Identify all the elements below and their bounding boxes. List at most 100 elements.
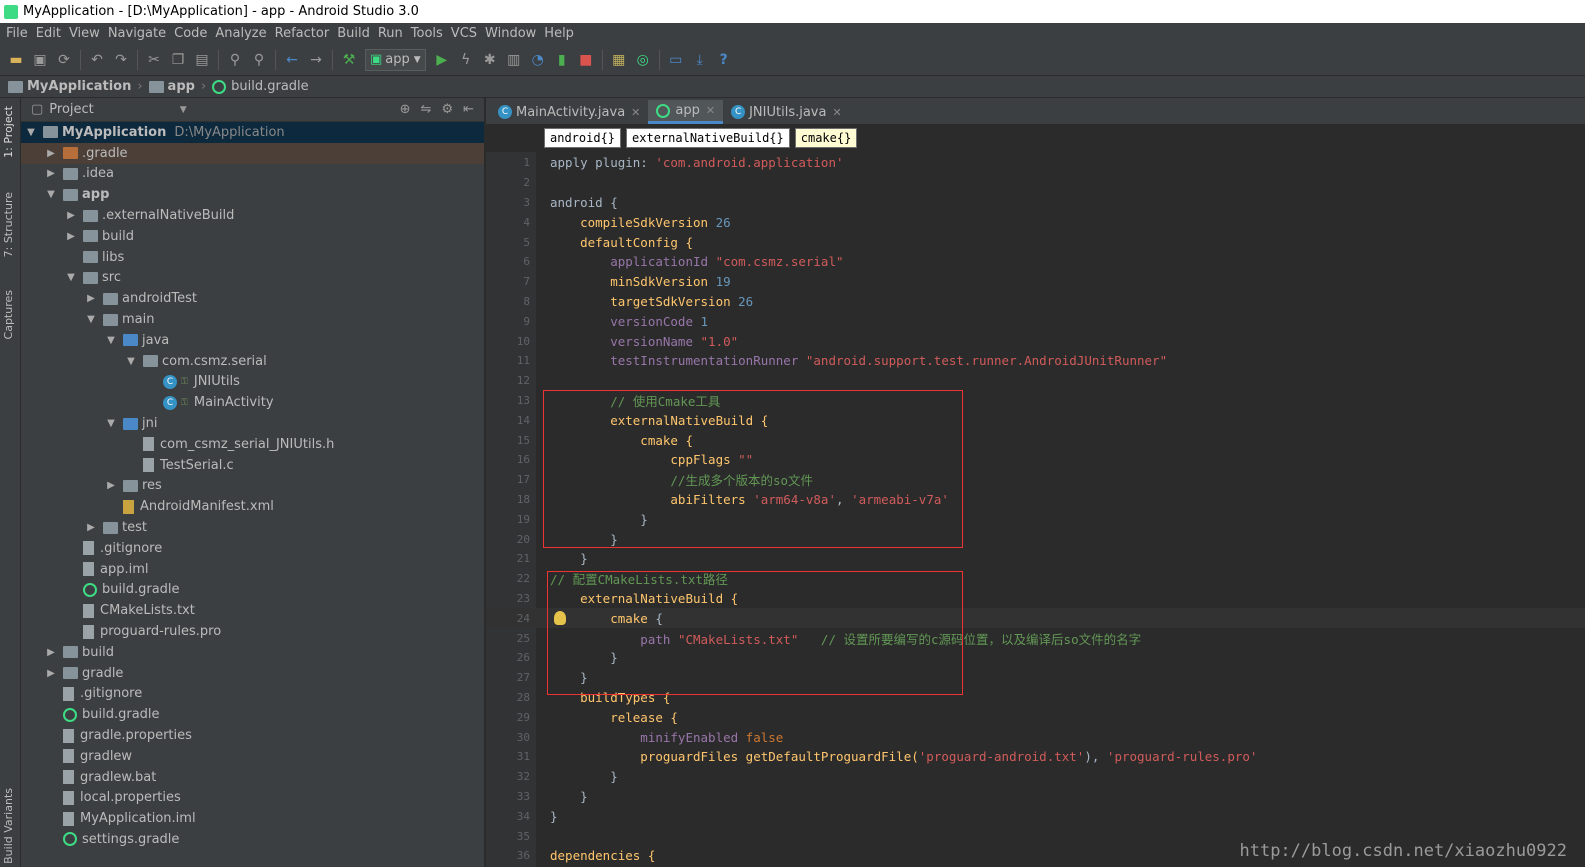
chevron-down-icon[interactable]: ▼	[105, 418, 117, 429]
find-icon[interactable]: ⚲	[224, 49, 246, 71]
nav-crumb-project[interactable]: MyApplication	[8, 79, 131, 94]
code-line[interactable]: 24 cmake {	[486, 608, 1585, 629]
menu-file[interactable]: File	[2, 26, 32, 41]
menu-view[interactable]: View	[65, 26, 104, 41]
menu-window[interactable]: Window	[481, 26, 540, 41]
code-line[interactable]: 15 cmake {	[486, 430, 1585, 450]
tree-item[interactable]: AndroidManifest.xml	[21, 496, 484, 517]
hide-icon[interactable]: ⇤	[463, 102, 474, 117]
code-line[interactable]: 26 }	[486, 648, 1585, 668]
tree-item[interactable]: C ⚿ MainActivity	[21, 392, 484, 413]
chevron-right-icon[interactable]: ▶	[45, 168, 57, 179]
crumb-cmake[interactable]: cmake{}	[794, 128, 858, 148]
tree-item[interactable]: CMakeLists.txt	[21, 600, 484, 621]
code-line[interactable]: 13 // 使用Cmake工具	[486, 391, 1585, 411]
code-line[interactable]: 33 }	[486, 787, 1585, 807]
run-icon[interactable]: ▶	[431, 49, 453, 71]
menu-vcs[interactable]: VCS	[447, 26, 481, 41]
tree-item[interactable]: ▶ test	[21, 517, 484, 538]
tree-item[interactable]: app.iml	[21, 559, 484, 580]
chevron-down-icon[interactable]: ▼	[125, 356, 137, 367]
tree-item[interactable]: build.gradle	[21, 580, 484, 601]
tree-item[interactable]: TestSerial.c	[21, 455, 484, 476]
chevron-right-icon[interactable]: ▶	[85, 293, 97, 304]
code-line[interactable]: 23 externalNativeBuild {	[486, 589, 1585, 609]
chevron-right-icon[interactable]: ▶	[105, 480, 117, 491]
download-icon[interactable]: ⤓	[689, 49, 711, 71]
code-line[interactable]: 3 android {	[486, 193, 1585, 213]
lightbulb-icon[interactable]	[554, 611, 566, 626]
menu-run[interactable]: Run	[374, 26, 407, 41]
chevron-down-icon[interactable]: ▼	[65, 272, 77, 283]
tree-item[interactable]: ▶ androidTest	[21, 288, 484, 309]
tree-item[interactable]: .gitignore	[21, 684, 484, 705]
tree-item[interactable]: ▼ java	[21, 330, 484, 351]
chevron-right-icon[interactable]: ▶	[45, 647, 57, 658]
code-line[interactable]: 20 }	[486, 529, 1585, 549]
menu-help[interactable]: Help	[540, 26, 578, 41]
tool-tab-structure[interactable]: 7: Structure	[2, 192, 15, 257]
run-config-select[interactable]: ▣ app ▼	[365, 48, 426, 71]
undo-icon[interactable]: ↶	[86, 49, 108, 71]
tree-item[interactable]: gradlew	[21, 746, 484, 767]
tree-item[interactable]: ▼ jni	[21, 413, 484, 434]
code-line[interactable]: 10 versionName "1.0"	[486, 331, 1585, 351]
cut-icon[interactable]: ✂	[143, 49, 165, 71]
forward-icon[interactable]: →	[305, 49, 327, 71]
code-line[interactable]: 25 path "CMakeLists.txt" // 设置所要编写的c源码位置…	[486, 628, 1585, 648]
code-line[interactable]: 8 targetSdkVersion 26	[486, 292, 1585, 312]
tool-tab-build-variants[interactable]: Build Variants	[2, 788, 15, 864]
chevron-right-icon[interactable]: ▶	[45, 148, 57, 159]
debug-icon[interactable]: ✱	[479, 49, 501, 71]
code-line[interactable]: 32 }	[486, 767, 1585, 787]
code-line[interactable]: 6 applicationId "com.csmz.serial"	[486, 252, 1585, 272]
code-line[interactable]: 11 testInstrumentationRunner "android.su…	[486, 351, 1585, 371]
nav-crumb-module[interactable]: app	[148, 79, 195, 94]
code-line[interactable]: 1 apply plugin: 'com.android.application'	[486, 153, 1585, 173]
code-area[interactable]: 1 apply plugin: 'com.android.application'…	[486, 152, 1585, 867]
code-line[interactable]: 29 release {	[486, 707, 1585, 727]
tree-item[interactable]: ▶ gradle	[21, 663, 484, 684]
code-line[interactable]: 17 //生成多个版本的so文件	[486, 470, 1585, 490]
code-line[interactable]: 14 externalNativeBuild {	[486, 410, 1585, 430]
back-icon[interactable]: ←	[281, 49, 303, 71]
redo-icon[interactable]: ↷	[110, 49, 132, 71]
attach-debugger-icon[interactable]: ▮	[551, 49, 573, 71]
sync-icon[interactable]: ⟳	[53, 49, 75, 71]
tree-item[interactable]: proguard-rules.pro	[21, 621, 484, 642]
code-line[interactable]: 30 minifyEnabled false	[486, 727, 1585, 747]
sdk-manager-icon[interactable]: ◎	[632, 49, 654, 71]
close-icon[interactable]: ✕	[832, 106, 841, 119]
apply-changes-icon[interactable]: ϟ	[455, 49, 477, 71]
project-view-select[interactable]: Project	[49, 102, 93, 117]
coverage-icon[interactable]: ▥	[503, 49, 525, 71]
code-line[interactable]: 19 }	[486, 509, 1585, 529]
code-line[interactable]: 4 compileSdkVersion 26	[486, 212, 1585, 232]
tree-item[interactable]: libs	[21, 247, 484, 268]
tree-item[interactable]: ▼ main	[21, 309, 484, 330]
replace-icon[interactable]: ⚲	[248, 49, 270, 71]
chevron-right-icon[interactable]: ▶	[45, 668, 57, 679]
close-icon[interactable]: ✕	[631, 106, 640, 119]
save-icon[interactable]: ▣	[29, 49, 51, 71]
chevron-down-icon[interactable]: ▼	[85, 314, 97, 325]
menu-navigate[interactable]: Navigate	[104, 26, 170, 41]
gear-icon[interactable]: ⚙	[441, 102, 453, 117]
nav-crumb-file[interactable]: build.gradle	[212, 79, 309, 94]
profile-icon[interactable]: ◔	[527, 49, 549, 71]
tree-item[interactable]: gradle.properties	[21, 725, 484, 746]
tree-item[interactable]: .gitignore	[21, 538, 484, 559]
tool-tab-project[interactable]: 1: Project	[2, 106, 15, 158]
help-icon[interactable]: ?	[713, 49, 735, 71]
tree-item[interactable]: ▼ app	[21, 184, 484, 205]
tree-item[interactable]: ▶ res	[21, 476, 484, 497]
make-project-icon[interactable]: ⚒	[338, 49, 360, 71]
chevron-right-icon[interactable]: ▶	[85, 522, 97, 533]
tree-item[interactable]: ▶ .gradle	[21, 142, 484, 164]
menu-code[interactable]: Code	[170, 26, 211, 41]
code-line[interactable]: 5 defaultConfig {	[486, 232, 1585, 252]
chevron-right-icon[interactable]: ▶	[65, 231, 77, 242]
tree-item[interactable]: ▶ build	[21, 642, 484, 663]
chevron-right-icon[interactable]: ▶	[65, 210, 77, 221]
tree-item[interactable]: ▶ .externalNativeBuild	[21, 205, 484, 226]
